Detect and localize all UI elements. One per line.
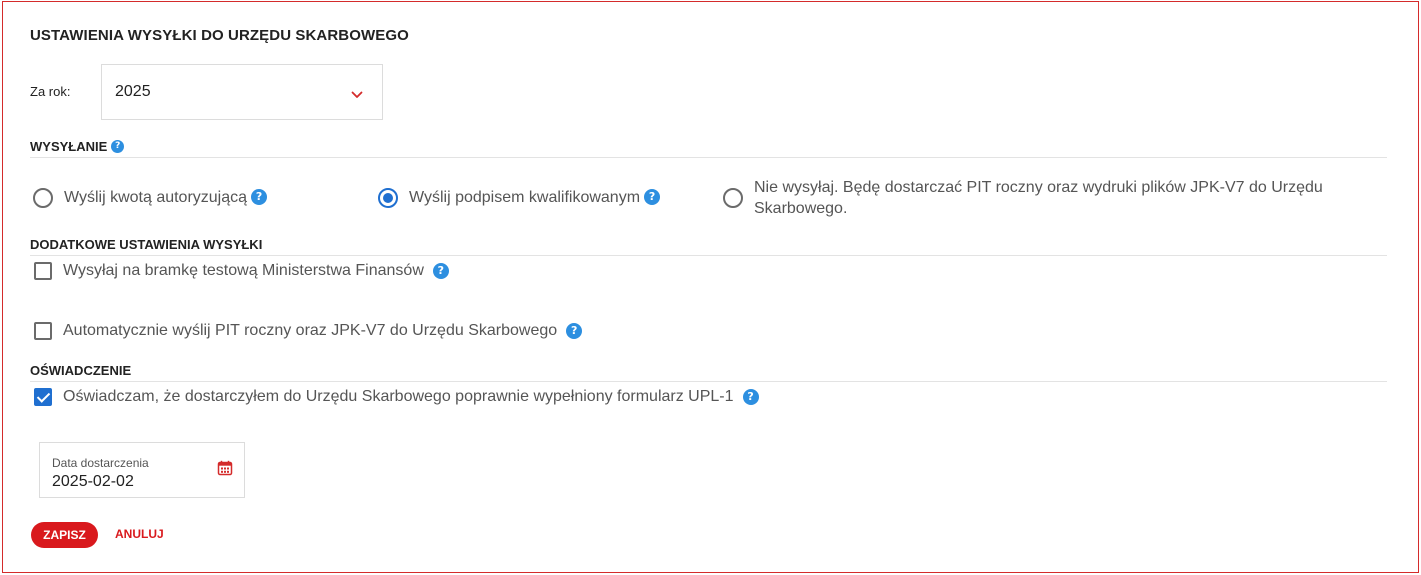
checkbox[interactable] (34, 322, 52, 340)
chevron-down-icon (351, 91, 363, 98)
checkbox-test-gateway[interactable]: Wysyłaj na bramkę testową Ministerstwa F… (34, 262, 449, 280)
section-declaration-title: OŚWIADCZENIE (30, 363, 132, 379)
checkbox-test-gateway-label: Wysyłaj na bramkę testową Ministerstwa F… (63, 262, 424, 279)
section-sending-header: WYSYŁANIE? (30, 138, 1387, 158)
page-title: USTAWIENIA WYSYŁKI DO URZĘDU SKARBOWEGO (30, 27, 409, 44)
checkbox-upl1-declaration[interactable]: Oświadczam, że dostarczyłem do Urzędu Sk… (34, 388, 759, 406)
calendar-icon[interactable] (217, 460, 233, 476)
checkbox-auto-send[interactable]: Automatycznie wyślij PIT roczny oraz JPK… (34, 322, 583, 340)
section-sending-title: WYSYŁANIE (30, 139, 108, 155)
section-additional-title: DODATKOWE USTAWIENIA WYSYŁKI (30, 237, 263, 253)
year-select[interactable]: 2025 (101, 64, 383, 120)
cancel-button[interactable]: ANULUJ (115, 527, 164, 541)
checkbox[interactable] (34, 262, 52, 280)
question-mark-icon[interactable]: ? (644, 188, 661, 205)
radio-do-not-send-label-line1: Nie wysyłaj. Będę dostarczać PIT roczny … (754, 179, 1323, 196)
checkbox[interactable] (34, 388, 52, 406)
question-mark-icon[interactable]: ? (111, 140, 125, 154)
radio-qualified-signature[interactable]: Wyślij podpisem kwalifikowanym? (378, 187, 661, 208)
question-mark-icon[interactable]: ? (432, 263, 449, 279)
delivery-date-value: 2025-02-02 (52, 473, 134, 490)
year-select-value: 2025 (115, 83, 151, 100)
delivery-date-label: Data dostarczenia (52, 456, 149, 470)
question-mark-icon[interactable]: ? (251, 188, 268, 205)
radio-button[interactable] (33, 188, 53, 208)
radio-do-not-send-label-line2: Skarbowego. (754, 200, 848, 217)
section-declaration-header: OŚWIADCZENIE (30, 362, 1387, 382)
radio-do-not-send[interactable]: Nie wysyłaj. Będę dostarczać PIT roczny … (723, 177, 1363, 219)
delivery-date-field[interactable]: Data dostarczenia 2025-02-02 (39, 442, 245, 498)
radio-authorizing-amount-label: Wyślij kwotą autoryzującą (64, 189, 248, 206)
year-label: Za rok: (30, 84, 71, 99)
radio-authorizing-amount[interactable]: Wyślij kwotą autoryzującą? (33, 187, 268, 208)
checkbox-auto-send-label: Automatycznie wyślij PIT roczny oraz JPK… (63, 322, 558, 339)
radio-button[interactable] (378, 188, 398, 208)
radio-button[interactable] (723, 188, 743, 208)
question-mark-icon[interactable]: ? (566, 323, 583, 339)
section-additional-header: DODATKOWE USTAWIENIA WYSYŁKI (30, 236, 1387, 256)
radio-qualified-signature-label: Wyślij podpisem kwalifikowanym (409, 189, 641, 206)
save-button[interactable]: ZAPISZ (31, 522, 98, 548)
question-mark-icon[interactable]: ? (742, 389, 759, 405)
checkbox-upl1-declaration-label: Oświadczam, że dostarczyłem do Urzędu Sk… (63, 388, 734, 405)
